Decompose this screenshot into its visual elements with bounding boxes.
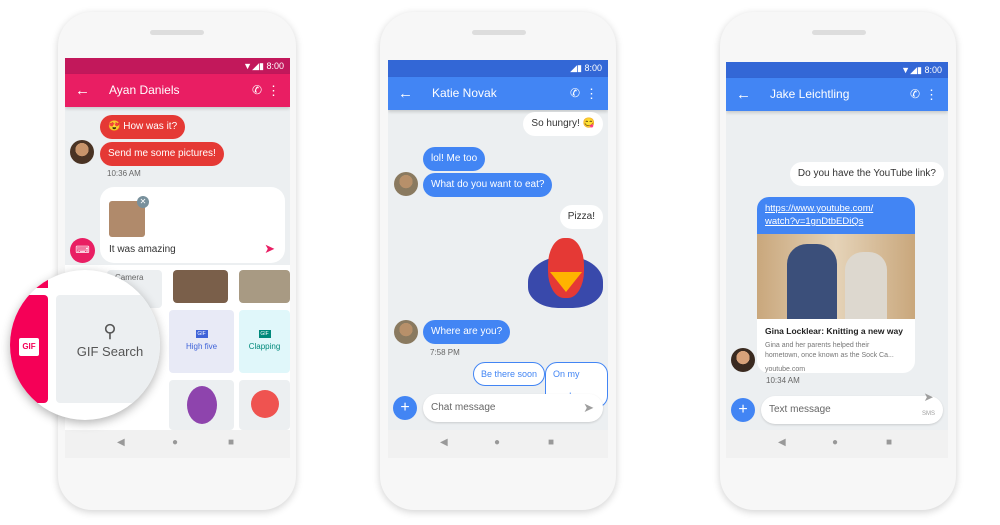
message-bubble: Do you have the YouTube link? xyxy=(789,162,944,186)
contact-name: Ayan Daniels xyxy=(109,83,180,97)
pizza-sticker xyxy=(528,238,603,310)
desc-line: hometown, once known as the Sock Ca... xyxy=(765,352,894,359)
remove-attachment-icon[interactable]: ✕ xyxy=(137,196,149,208)
message-bubble: Pizza! xyxy=(559,205,603,229)
send-icon[interactable]: ➤ xyxy=(583,394,594,422)
message-input[interactable]: Chat message ➤ xyxy=(423,394,603,422)
back-arrow-icon[interactable]: ← xyxy=(736,78,751,111)
gif-search-tile[interactable]: ⚲ GIF Search xyxy=(56,295,160,403)
suggestion-chip[interactable]: Be there soon xyxy=(473,362,546,386)
message-bubble: What do you want to eat? xyxy=(423,173,553,197)
send-sms-button[interactable]: ➤ SMS xyxy=(922,390,935,421)
recents-icon[interactable]: ■ xyxy=(548,437,554,448)
status-time: 8:00 xyxy=(584,63,602,73)
message-bubble: So hungry! 😋 xyxy=(523,112,603,136)
compose-text[interactable]: It was amazing xyxy=(109,244,176,255)
magnifier-lens: GIF ⚲ GIF Search xyxy=(10,270,160,420)
link-preview-card[interactable]: https://www.youtube.com/ watch?v=1gnDtbE… xyxy=(757,197,915,373)
app-bar: ← Ayan Daniels ✆ ⋮ xyxy=(65,74,290,107)
status-time: 8:00 xyxy=(924,65,942,75)
gif-badge: GIF xyxy=(195,330,208,338)
link-thumbnail xyxy=(757,234,915,319)
recents-icon[interactable]: ■ xyxy=(886,437,892,448)
avatar xyxy=(731,348,755,372)
home-icon[interactable]: ● xyxy=(494,437,500,448)
home-icon[interactable]: ● xyxy=(832,437,838,448)
phone-icon[interactable]: ✆ xyxy=(570,77,580,110)
app-bar: ← Katie Novak ✆ ⋮ xyxy=(388,77,608,110)
phone-icon[interactable]: ✆ xyxy=(910,78,920,111)
status-bar: ▼◢▮ 8:00 xyxy=(726,62,948,78)
phone-icon[interactable]: ✆ xyxy=(252,74,262,107)
message-bubble: lol! Me too xyxy=(423,147,486,171)
back-icon[interactable]: ◀ xyxy=(117,437,125,448)
desc-line: Gina and her parents helped their xyxy=(765,342,870,349)
back-arrow-icon[interactable]: ← xyxy=(398,77,413,110)
back-icon[interactable]: ◀ xyxy=(778,437,786,448)
contact-name: Katie Novak xyxy=(432,86,497,100)
status-bar: ▼◢▮ 8:00 xyxy=(65,58,290,74)
phone-2-screen: ◢▮ 8:00 ← Katie Novak ✆ ⋮ So hungry! 😋 l… xyxy=(388,60,608,458)
search-icon: ⚲ xyxy=(103,321,117,341)
photo-tile[interactable] xyxy=(239,270,290,303)
send-icon[interactable]: ➤ xyxy=(264,241,275,257)
back-icon[interactable]: ◀ xyxy=(440,437,448,448)
tile-label: High five xyxy=(185,342,218,351)
more-icon[interactable]: ⋮ xyxy=(267,74,280,107)
add-icon[interactable]: + xyxy=(731,398,755,422)
gif-tile-high-five[interactable]: GIF High five xyxy=(169,310,234,373)
add-icon[interactable]: + xyxy=(393,396,417,420)
avatar xyxy=(394,320,418,344)
gif-badge: GIF xyxy=(258,330,271,338)
compose-card[interactable]: ✕ It was amazing ➤ xyxy=(100,187,285,263)
keyboard-icon[interactable]: ⌨ xyxy=(70,238,95,263)
gif-tab[interactable]: GIF xyxy=(10,295,48,403)
message-time: 7:58 PM xyxy=(430,348,460,357)
send-icon: ➤ xyxy=(923,390,934,404)
message-bubble: Send me some pictures! xyxy=(100,142,224,166)
link-url[interactable]: https://www.youtube.com/ watch?v=1gnDtbE… xyxy=(757,197,915,234)
sticker-tile[interactable] xyxy=(239,380,290,430)
link-description: Gina and her parents helped their hometow… xyxy=(765,341,907,361)
sms-label: SMS xyxy=(921,411,935,417)
message-time: 10:34 AM xyxy=(766,376,800,385)
photo-tile[interactable] xyxy=(173,270,228,303)
back-arrow-icon[interactable]: ← xyxy=(75,74,90,107)
gif-icon: GIF xyxy=(19,338,39,356)
recents-icon[interactable]: ■ xyxy=(228,437,234,448)
sticker-tile[interactable] xyxy=(169,380,234,430)
nav-bar: ◀ ● ■ xyxy=(388,430,608,458)
placeholder: Text message xyxy=(769,404,831,415)
avatar xyxy=(70,140,94,164)
url-line[interactable]: https://www.youtube.com/ xyxy=(765,202,907,215)
phone-3-screen: ▼◢▮ 8:00 ← Jake Leichtling ✆ ⋮ Do you ha… xyxy=(726,62,948,458)
nav-bar: ◀ ● ■ xyxy=(726,430,948,458)
url-line[interactable]: watch?v=1gnDtbEDiQs xyxy=(765,215,907,228)
gif-tile-clapping[interactable]: GIF Clapping xyxy=(239,310,290,373)
message-bubble: 😍 How was it? xyxy=(100,115,186,139)
message-time: 10:36 AM xyxy=(107,169,141,178)
emoji: 😍 xyxy=(108,121,121,132)
message-bubble: Where are you? xyxy=(423,320,511,344)
status-time: 8:00 xyxy=(266,61,284,71)
message-text: How was it? xyxy=(123,121,178,132)
link-title: Gina Locklear: Knitting a new way xyxy=(765,326,903,336)
avatar xyxy=(394,172,418,196)
app-bar: ← Jake Leichtling ✆ ⋮ xyxy=(726,78,948,111)
tile-label: Clapping xyxy=(248,342,281,351)
status-bar: ◢▮ 8:00 xyxy=(388,60,608,77)
link-domain: youtube.com xyxy=(765,366,806,373)
nav-bar: ◀ ● ■ xyxy=(65,430,290,458)
gif-search-label: GIF Search xyxy=(76,344,144,359)
message-input[interactable]: Text message ➤ SMS xyxy=(761,390,943,424)
placeholder: Chat message xyxy=(431,402,496,413)
more-icon[interactable]: ⋮ xyxy=(925,78,938,111)
home-icon[interactable]: ● xyxy=(172,437,178,448)
more-icon[interactable]: ⋮ xyxy=(585,77,598,110)
contact-name: Jake Leichtling xyxy=(770,87,850,101)
